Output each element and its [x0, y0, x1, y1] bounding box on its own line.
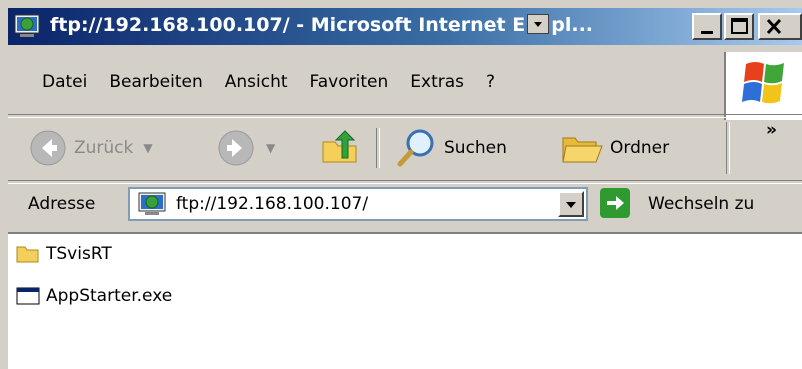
go-label[interactable]: Wechseln zu — [648, 194, 754, 214]
address-bar: Adresse ftp://192.168.100.107/ Wechseln … — [8, 182, 802, 228]
title-bar[interactable]: ftp://192.168.100.107/ - Microsoft Inter… — [8, 8, 802, 45]
toolbar-separator — [726, 122, 730, 174]
forward-dropdown-icon[interactable]: ▼ — [266, 141, 275, 155]
list-item[interactable]: AppStarter.exe — [16, 286, 172, 306]
search-button[interactable]: Suchen — [394, 116, 507, 180]
go-arrow-icon — [607, 196, 624, 210]
menu-datei[interactable]: Datei — [34, 72, 101, 92]
back-arrow-icon — [30, 130, 66, 166]
menu-bearbeiten[interactable]: Bearbeiten — [101, 72, 216, 92]
go-button[interactable] — [600, 188, 630, 218]
address-input[interactable]: ftp://192.168.100.107/ — [128, 187, 588, 221]
list-item[interactable]: TSvisRT — [16, 244, 112, 264]
forward-button[interactable]: ▼ — [216, 116, 275, 180]
menu-extras[interactable]: Extras — [402, 72, 478, 92]
close-button[interactable] — [758, 13, 802, 40]
back-button[interactable]: Zurück ▼ — [28, 116, 153, 180]
menu-favoriten[interactable]: Favoriten — [302, 72, 403, 92]
window-title: ftp://192.168.100.107/ - Microsoft Inter… — [50, 13, 594, 36]
address-label: Adresse — [28, 194, 96, 214]
maximize-button[interactable] — [724, 13, 754, 40]
menu-ansicht[interactable]: Ansicht — [217, 72, 302, 92]
menu-help[interactable]: ? — [478, 72, 509, 92]
folders-label: Ordner — [610, 138, 670, 158]
application-icon — [16, 287, 40, 305]
menu-bar: Datei Bearbeiten Ansicht Favoriten Extra… — [8, 52, 802, 120]
back-dropdown-icon[interactable]: ▼ — [143, 141, 152, 155]
forward-arrow-icon — [218, 130, 254, 166]
folder-icon — [16, 246, 39, 263]
maximize-icon — [731, 18, 748, 34]
folders-button[interactable]: Ordner — [560, 116, 669, 180]
close-icon — [766, 18, 782, 35]
folder-up-icon — [322, 130, 357, 163]
windows-flag-icon — [742, 62, 784, 104]
address-value: ftp://192.168.100.107/ — [176, 194, 369, 214]
ftp-globe-icon — [138, 192, 166, 215]
file-list: TSvisRT AppStarter.exe — [8, 232, 802, 369]
folders-icon — [562, 137, 603, 163]
toolbar-overflow-chevron[interactable]: » — [766, 120, 777, 140]
standard-toolbar: Zurück ▼ ▼ Suchen Ordner » — [8, 116, 802, 180]
minimize-button[interactable] — [692, 13, 722, 40]
file-name: AppStarter.exe — [46, 286, 173, 306]
toolbar-separator — [376, 128, 380, 168]
file-name: TSvisRT — [46, 244, 112, 264]
minimize-icon — [701, 31, 713, 34]
title-overlap-dropdown-icon — [527, 13, 550, 34]
chevron-down-icon — [566, 202, 576, 208]
explorer-window: ftp://192.168.100.107/ - Microsoft Inter… — [0, 0, 802, 369]
windows-logo — [724, 52, 802, 120]
search-icon — [397, 129, 434, 167]
up-folder-button[interactable] — [320, 116, 360, 180]
back-label: Zurück — [74, 138, 134, 158]
ftp-globe-icon — [14, 13, 40, 39]
address-dropdown-button[interactable] — [558, 191, 584, 217]
search-label: Suchen — [444, 138, 507, 158]
